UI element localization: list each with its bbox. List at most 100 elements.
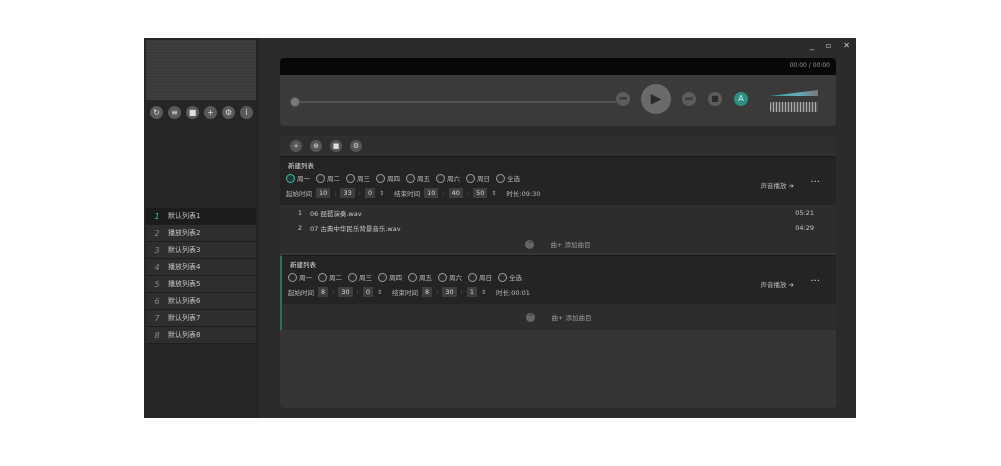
start-second-field[interactable]: 0: [364, 188, 376, 198]
stepper-icon[interactable]: ⇕: [491, 190, 496, 197]
minimize-button[interactable]: _: [810, 41, 814, 50]
day-option[interactable]: 周四: [376, 173, 400, 183]
delete-task-icon[interactable]: ■: [330, 140, 342, 152]
end-hour-field[interactable]: 10: [424, 188, 439, 198]
add-song-button[interactable]: 曲+ 添加曲目: [550, 239, 590, 249]
radio-checked-icon: [286, 173, 295, 183]
stepper-icon[interactable]: ⇕: [481, 289, 486, 296]
radio-icon: [346, 173, 355, 183]
day-option[interactable]: 全选: [498, 272, 522, 282]
playlist-number: 7: [154, 313, 160, 323]
day-label: 全选: [507, 175, 520, 183]
day-option[interactable]: 周日: [466, 173, 490, 183]
end-second-field[interactable]: 1: [466, 287, 477, 297]
progress-track[interactable]: [296, 101, 616, 103]
duration-text: 时长:00:01: [496, 289, 530, 297]
stepper-icon[interactable]: ⇕: [379, 190, 384, 197]
song-duration: 04:29: [795, 223, 814, 232]
day-label: 全选: [509, 274, 522, 282]
playlist-item[interactable]: 3 默认列表3: [146, 242, 256, 259]
playlist-item[interactable]: 5 播放列表5: [146, 276, 256, 293]
add-song-row: ^ 曲+ 添加曲目: [282, 304, 836, 330]
playlist-item[interactable]: 1 默认列表1: [146, 208, 256, 225]
start-minute-field[interactable]: 30: [338, 287, 353, 297]
song-row[interactable]: 2 07 古典中华民乐背景音乐.wav 04:29: [280, 220, 836, 235]
list-icon[interactable]: ≡: [168, 106, 181, 119]
next-icon[interactable]: ⏭: [682, 92, 696, 106]
arrow-right-icon: ➔: [788, 281, 794, 289]
player-display: 00:00 / 00:00: [280, 58, 836, 75]
stop-icon[interactable]: ■: [186, 106, 199, 119]
time-separator: :: [358, 189, 361, 197]
copy-task-icon[interactable]: ⊕: [310, 140, 322, 152]
sound-play-button[interactable]: 声音播放 ➔: [760, 279, 794, 289]
playlist-name: 默认列表7: [168, 314, 201, 322]
start-time-label: 起始时间: [288, 289, 314, 297]
edit-task-icon[interactable]: ⚙: [350, 140, 362, 152]
day-option[interactable]: 周一: [286, 173, 310, 183]
close-button[interactable]: ✕: [843, 41, 850, 50]
collapse-icon[interactable]: ^: [526, 312, 536, 322]
settings-icon[interactable]: ⚙: [222, 106, 235, 119]
song-row[interactable]: 1 06 琵琶演奏.wav 05:21: [280, 205, 836, 220]
radio-icon: [406, 173, 415, 183]
day-option[interactable]: 周三: [346, 173, 370, 183]
auto-mode-button[interactable]: A: [734, 92, 748, 106]
add-song-row: ^ 曲+ 添加曲目: [280, 235, 836, 253]
playlist-item[interactable]: 2 播放列表2: [146, 225, 256, 242]
end-second-field[interactable]: 50: [473, 188, 488, 198]
start-minute-field[interactable]: 33: [340, 188, 355, 198]
playlist-item[interactable]: 7 默认列表7: [146, 310, 256, 327]
task-name[interactable]: 新建列表: [290, 259, 316, 269]
day-option[interactable]: 周五: [408, 272, 432, 282]
end-hour-field[interactable]: 8: [422, 287, 433, 297]
radio-icon: [318, 272, 327, 282]
task-name[interactable]: 新建列表: [288, 160, 314, 170]
day-label: 周一: [297, 175, 310, 183]
collapse-icon[interactable]: ^: [525, 239, 535, 249]
day-option[interactable]: 周二: [316, 173, 340, 183]
radio-icon: [438, 272, 447, 282]
end-minute-field[interactable]: 30: [442, 287, 457, 297]
time-separator: :: [332, 288, 335, 296]
day-option[interactable]: 周五: [406, 173, 430, 183]
refresh-icon[interactable]: ↻: [150, 106, 163, 119]
progress-handle[interactable]: [290, 97, 300, 107]
day-option[interactable]: 周六: [438, 272, 462, 282]
sound-play-label: 声音播放: [760, 281, 787, 289]
more-icon[interactable]: ···: [810, 177, 820, 188]
day-label: 周六: [447, 175, 460, 183]
day-option[interactable]: 周六: [436, 173, 460, 183]
day-label: 周四: [387, 175, 400, 183]
previous-icon[interactable]: ⏮: [616, 92, 630, 106]
start-second-field[interactable]: 0: [362, 287, 373, 297]
playlist-item[interactable]: 6 默认列表6: [146, 293, 256, 310]
playlist-item[interactable]: 8 默认列表8: [146, 327, 256, 344]
playlist-item[interactable]: 4 播放列表4: [146, 259, 256, 276]
add-task-icon[interactable]: +: [290, 140, 302, 152]
day-option[interactable]: 周二: [318, 272, 342, 282]
playlist-number: 3: [154, 245, 160, 255]
start-hour-field[interactable]: 10: [316, 188, 331, 198]
playlist-number: 2: [154, 228, 160, 238]
volume-wheel[interactable]: [770, 102, 818, 112]
more-icon[interactable]: ···: [810, 276, 820, 287]
stop-icon[interactable]: ■: [708, 92, 722, 106]
add-icon[interactable]: +: [204, 106, 217, 119]
sidebar-toolbar: ↻ ≡ ■ + ⚙ i: [150, 106, 253, 119]
info-icon[interactable]: i: [240, 106, 253, 119]
restore-button[interactable]: ▫: [826, 41, 831, 50]
song-index: 1: [297, 208, 302, 217]
playlist-name: 默认列表1: [168, 212, 201, 220]
stepper-icon[interactable]: ⇕: [377, 289, 382, 296]
day-option[interactable]: 周一: [288, 272, 312, 282]
day-option[interactable]: 全选: [496, 173, 520, 183]
add-song-button[interactable]: 曲+ 添加曲目: [551, 312, 591, 322]
play-icon[interactable]: ▶: [641, 84, 671, 114]
end-minute-field[interactable]: 40: [448, 188, 463, 198]
day-option[interactable]: 周三: [348, 272, 372, 282]
day-option[interactable]: 周四: [378, 272, 402, 282]
day-option[interactable]: 周日: [468, 272, 492, 282]
start-hour-field[interactable]: 8: [318, 287, 329, 297]
sound-play-button[interactable]: 声音播放 ➔: [760, 180, 794, 190]
